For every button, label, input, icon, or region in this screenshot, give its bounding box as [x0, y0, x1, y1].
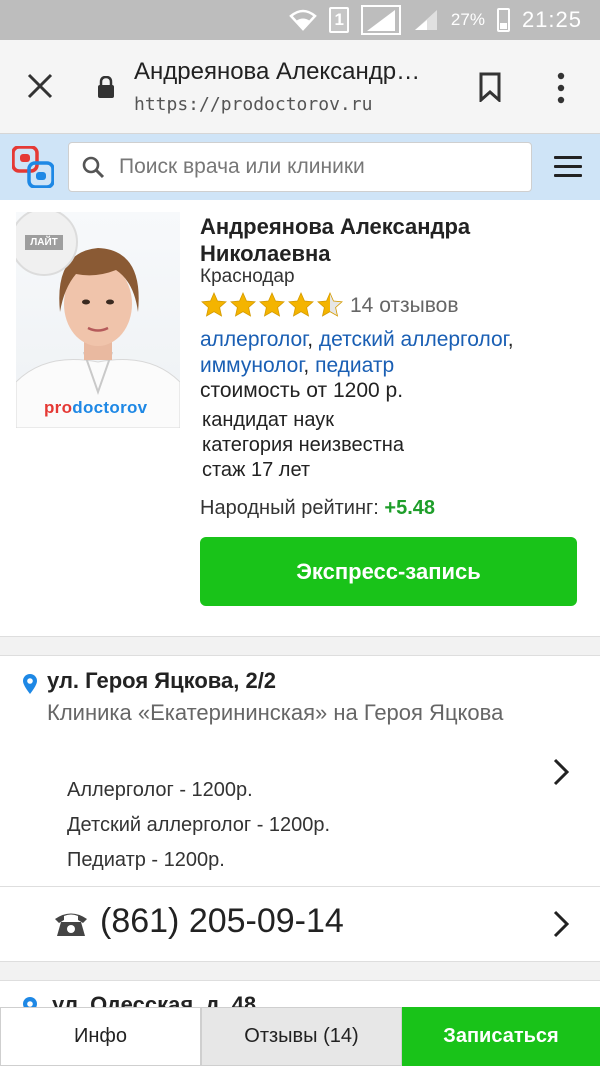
photo-watermark: prodoctorov — [44, 398, 148, 417]
page: 1 27% 21:25 Андреянова Александр… https:… — [0, 0, 600, 1066]
clock: 21:25 — [521, 7, 582, 32]
chevron-right-icon[interactable] — [552, 910, 570, 938]
signal-icon — [360, 5, 401, 35]
people-rating-value: +5.48 — [384, 497, 436, 519]
price: стоимость от 1200 р. — [200, 379, 404, 402]
clinic-address[interactable]: ул. Героя Яцкова, 2/2 — [47, 668, 276, 694]
specialty-link[interactable]: аллерголог — [200, 328, 307, 351]
divider — [0, 886, 600, 887]
tab-book-button[interactable]: Записаться — [402, 1007, 600, 1066]
more-options-icon[interactable] — [554, 72, 568, 104]
tab-reviews[interactable]: Отзывы (14) — [201, 1007, 402, 1066]
tab-info[interactable]: Инфо — [0, 1007, 201, 1066]
bookmark-icon[interactable] — [478, 72, 502, 102]
services-list: Аллерголог - 1200р. Детский аллерголог -… — [67, 773, 330, 878]
status-bar: 1 27% 21:25 — [0, 0, 600, 40]
rating-stars[interactable] — [200, 291, 344, 319]
star-icon — [317, 292, 343, 317]
people-rating: Народный рейтинг: +5.48 — [200, 497, 435, 520]
search-input[interactable] — [119, 155, 519, 179]
doctor-photo[interactable]: ЛАЙТ prodoctorov — [16, 212, 180, 428]
experience: стаж 17 лет — [202, 459, 311, 481]
specialty-link[interactable]: детский аллерголог — [319, 328, 508, 351]
prodoctorov-logo-icon[interactable] — [12, 146, 54, 188]
specialty-link[interactable]: иммунолог — [200, 354, 303, 377]
specialties-list: аллерголог, детский аллерголог, иммуноло… — [200, 328, 514, 377]
clinic-name[interactable]: Клиника «Екатерининская» на Героя Яцкова — [47, 698, 517, 728]
search-icon — [82, 156, 105, 179]
bottom-tabs: Инфо Отзывы (14) Записаться — [0, 1007, 600, 1066]
search-box[interactable] — [68, 142, 532, 192]
lock-icon — [98, 76, 114, 98]
site-header — [0, 134, 600, 200]
degree: кандидат наук — [202, 409, 334, 431]
star-icon — [288, 292, 314, 317]
battery-icon — [496, 8, 510, 32]
chevron-right-icon[interactable] — [552, 758, 570, 786]
clinic-phone[interactable]: (861) 205-09-14 — [100, 902, 344, 941]
doctor-city: Краснодар — [200, 266, 295, 287]
service-item: Детский аллерголог - 1200р. — [67, 814, 331, 836]
service-item: Педиатр - 1200р. — [67, 849, 225, 871]
browser-page-title: Андреянова Александр… — [134, 58, 421, 85]
sim-indicator: 1 — [329, 7, 349, 33]
star-icon — [201, 292, 227, 317]
signal-icon-secondary — [413, 8, 439, 32]
star-icon — [259, 292, 285, 317]
menu-icon[interactable] — [554, 156, 582, 178]
phone-icon — [55, 913, 87, 936]
section-divider — [0, 961, 600, 981]
service-item: Аллерголог - 1200р. — [67, 779, 253, 801]
battery-percent: 27% — [450, 10, 485, 29]
section-divider — [0, 636, 600, 656]
browser-url[interactable]: https://prodoctorov.ru — [134, 94, 372, 115]
reviews-count[interactable]: 14 отзывов — [350, 294, 459, 318]
specialty-link[interactable]: педиатр — [315, 354, 394, 377]
express-booking-button[interactable]: Экспресс-запись — [200, 537, 577, 606]
browser-toolbar: Андреянова Александр… https://prodoctoro… — [0, 40, 600, 134]
star-icon — [230, 292, 256, 317]
close-icon[interactable] — [24, 70, 56, 102]
category: категория неизвестна — [202, 434, 404, 456]
doctor-meta: кандидат наук категория неизвестна стаж … — [202, 408, 404, 483]
location-pin-icon — [23, 674, 37, 694]
people-rating-label: Народный рейтинг: — [200, 497, 379, 519]
doctor-name: Андреянова Александра Николаевна — [200, 214, 471, 266]
wifi-icon — [289, 9, 318, 31]
